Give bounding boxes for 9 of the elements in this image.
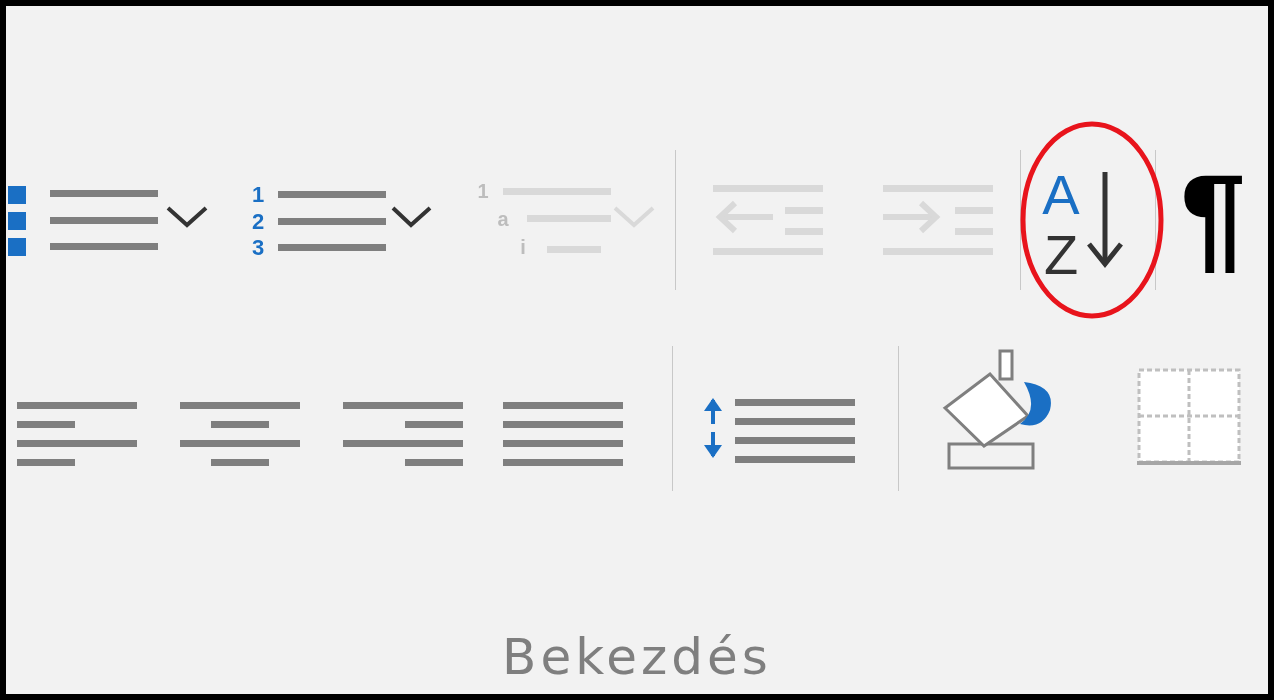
bullets-button[interactable]: [8, 184, 210, 258]
group-label: Bekezdés: [501, 628, 773, 686]
align-center-button[interactable]: [180, 402, 300, 466]
numbering-button[interactable]: 1 2 3: [248, 184, 435, 258]
show-formatting-button[interactable]: ¶: [1180, 168, 1246, 280]
align-justify-button[interactable]: [503, 402, 623, 466]
align-right-button[interactable]: [343, 402, 463, 466]
borders-button[interactable]: [1137, 368, 1243, 466]
align-left-button[interactable]: [17, 402, 137, 466]
